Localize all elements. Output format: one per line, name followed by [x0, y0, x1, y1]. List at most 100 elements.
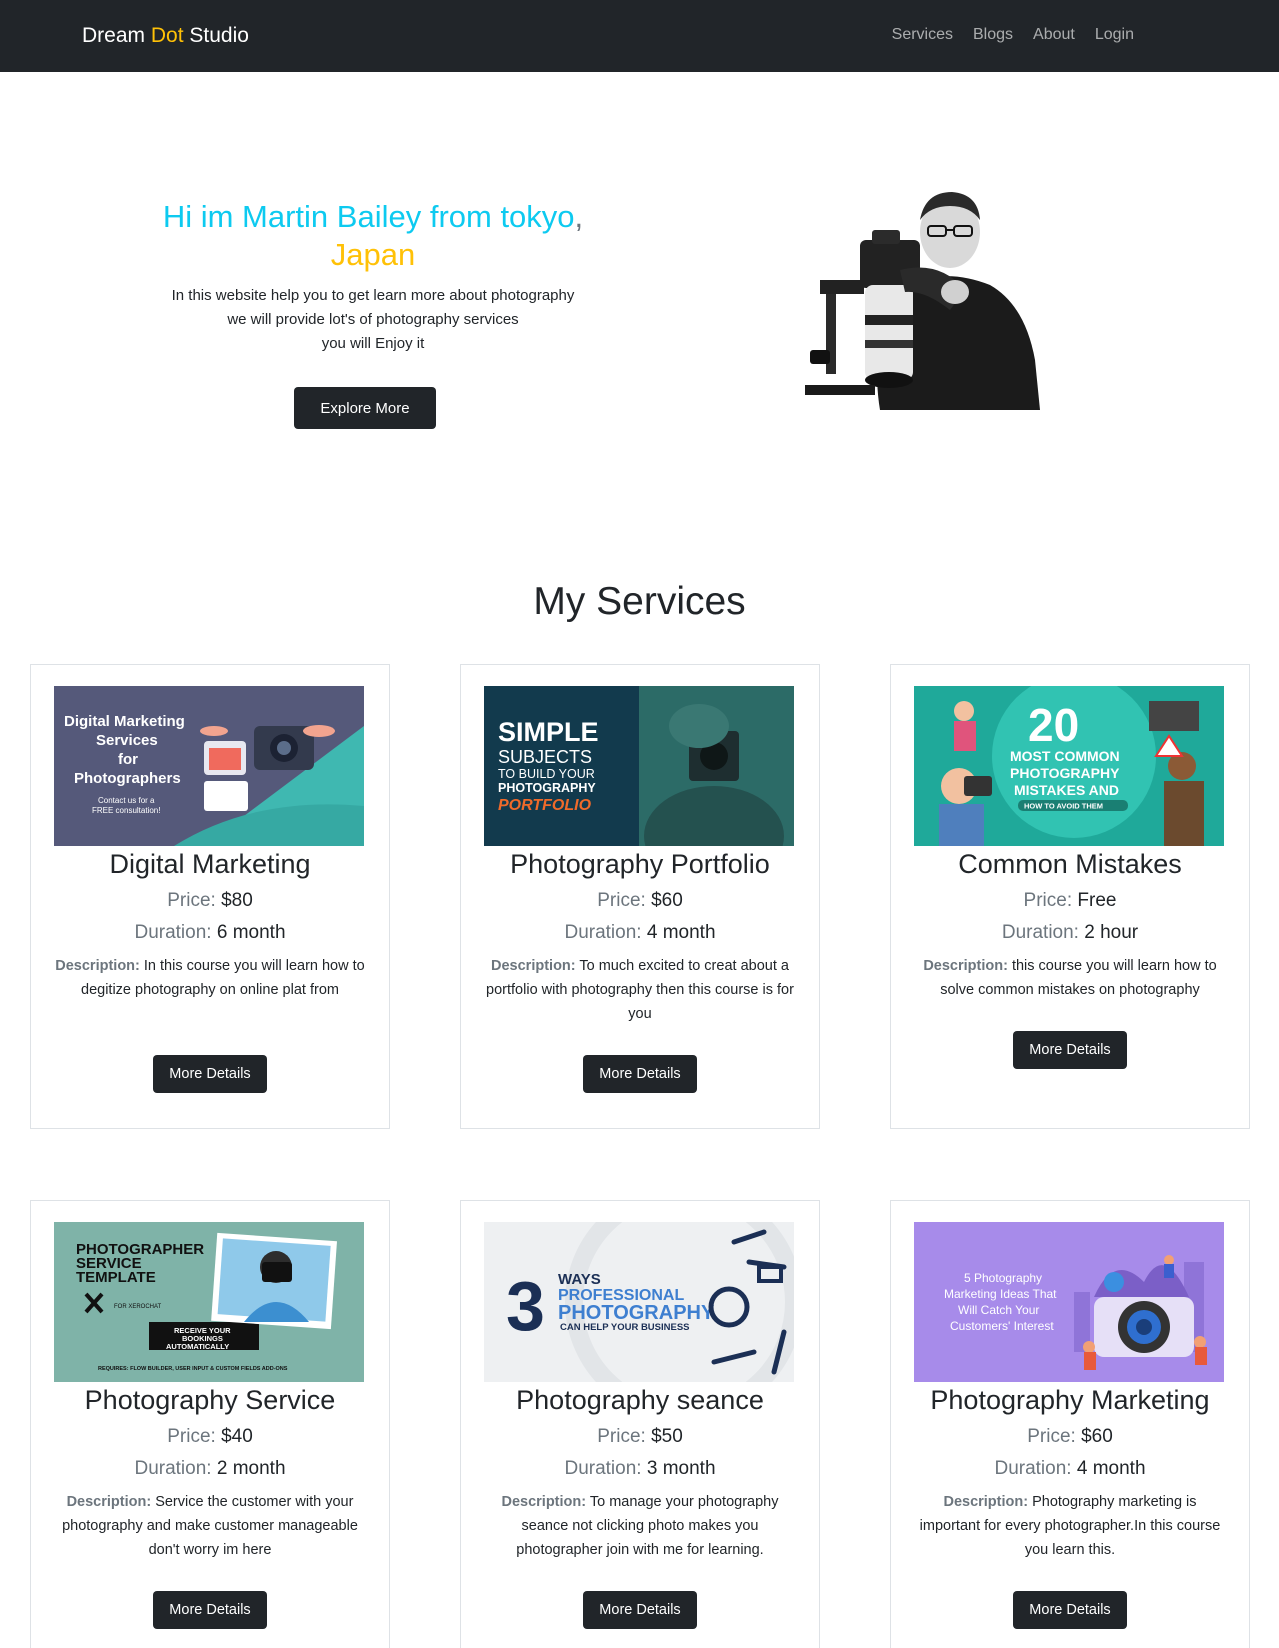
- duration-value: 2 month: [216, 1458, 286, 1479]
- hero-title-main: Hi im Martin Bailey from tokyo: [162, 199, 575, 234]
- service-title: Digital Marketing: [109, 849, 311, 879]
- img-text-2: MOST COMMON: [1010, 748, 1120, 764]
- img-text-4: Photographers: [74, 770, 181, 787]
- nav-link-services[interactable]: Services: [892, 26, 953, 44]
- price-label: Price:: [1027, 1426, 1076, 1447]
- service-description: Description: this course you will learn …: [913, 954, 1227, 1002]
- photographer-photo: [800, 180, 1060, 410]
- duration-label: Duration:: [564, 1458, 642, 1479]
- service-card-photography-service: PHOTOGRAPHER SERVICE TEMPLATE FOR XEROCH…: [30, 1200, 390, 1648]
- more-details-button[interactable]: More Details: [583, 1591, 697, 1629]
- service-image-photography-seance: 3 WAYS PROFESSIONAL PHOTOGRAPHY CAN HELP…: [484, 1222, 794, 1382]
- img-text-8: REQUIRES: FLOW BUILDER, USER INPUT & CUS…: [98, 1366, 288, 1372]
- price-value: $50: [651, 1426, 683, 1447]
- service-title: Photography Portfolio: [510, 849, 770, 879]
- img-text-2: Marketing Ideas That: [944, 1287, 1057, 1301]
- service-card-photography-seance: 3 WAYS PROFESSIONAL PHOTOGRAPHY CAN HELP…: [460, 1200, 820, 1648]
- nav-link-login[interactable]: Login: [1095, 26, 1134, 44]
- explore-more-button[interactable]: Explore More: [294, 387, 436, 429]
- service-price: Price: $40: [31, 1426, 389, 1448]
- service-price: Price: $50: [461, 1426, 819, 1448]
- more-details-button[interactable]: More Details: [153, 1591, 267, 1629]
- service-title: Photography seance: [516, 1385, 764, 1415]
- service-description: Description: In this course you will lea…: [53, 954, 367, 1002]
- service-description: Description: To manage your photography …: [483, 1490, 797, 1562]
- nav-links: Services Blogs About Login: [892, 26, 1134, 44]
- hero-line-2: we will provide lot's of photography ser…: [227, 311, 519, 328]
- img-text-3: TEMPLATE: [76, 1269, 156, 1286]
- service-duration: Duration: 3 month: [461, 1458, 819, 1480]
- duration-label: Duration:: [564, 922, 642, 943]
- price-value: Free: [1077, 890, 1117, 911]
- service-description: Description: Service the customer with y…: [53, 1490, 367, 1562]
- brand-logo[interactable]: Dream Dot Studio: [82, 24, 249, 48]
- description-label: Description:: [491, 958, 576, 974]
- more-details-button[interactable]: More Details: [153, 1055, 267, 1093]
- img-text-5: Contact us for a: [98, 796, 155, 805]
- service-card-common-mistakes: 20 MOST COMMON PHOTOGRAPHY MISTAKES AND …: [890, 664, 1250, 1129]
- more-details-button[interactable]: More Details: [583, 1055, 697, 1093]
- img-text-1: 20: [1028, 699, 1079, 751]
- service-duration: Duration: 6 month: [31, 922, 389, 944]
- services-title: My Services: [533, 580, 746, 623]
- img-text-4: FOR XEROCHAT: [114, 1304, 162, 1310]
- service-price: Price: Free: [891, 890, 1249, 912]
- img-text-1: 3: [506, 1267, 545, 1345]
- description-label: Description:: [66, 1494, 152, 1510]
- hero-line-3: you will Enjoy it: [321, 335, 425, 352]
- duration-label: Duration:: [1001, 922, 1079, 943]
- service-image-common-mistakes: 20 MOST COMMON PHOTOGRAPHY MISTAKES AND …: [914, 686, 1224, 846]
- service-title: Photography Service: [84, 1385, 336, 1415]
- img-text-3: for: [118, 751, 138, 768]
- img-text-1: 5 Photography: [964, 1271, 1042, 1285]
- service-image-photography-portfolio: SIMPLE SUBJECTS TO BUILD YOUR PHOTOGRAPH…: [484, 686, 794, 846]
- price-label: Price:: [1023, 890, 1073, 911]
- service-image-digital-marketing: Digital Marketing Services for Photograp…: [54, 686, 364, 846]
- more-details-button[interactable]: More Details: [1013, 1591, 1127, 1629]
- img-text-6: FREE consultation!: [92, 806, 160, 815]
- brand-part-1: Dream: [82, 24, 151, 47]
- hero-description: In this website help you to get learn mo…: [130, 284, 616, 356]
- service-card-photography-portfolio: SIMPLE SUBJECTS TO BUILD YOUR PHOTOGRAPH…: [460, 664, 820, 1129]
- img-text-5: CAN HELP YOUR BUSINESS: [560, 1322, 690, 1333]
- img-text-2: SUBJECTS: [498, 747, 592, 767]
- service-description: Description: To much excited to creat ab…: [483, 954, 797, 1026]
- service-card-digital-marketing: Digital Marketing Services for Photograp…: [30, 664, 390, 1129]
- hero-title-separator: ,: [574, 199, 584, 234]
- duration-value: 4 month: [1076, 1458, 1146, 1479]
- service-duration: Duration: 4 month: [891, 1458, 1249, 1480]
- duration-label: Duration:: [134, 922, 212, 943]
- service-duration: Duration: 2 month: [31, 1458, 389, 1480]
- description-label: Description:: [501, 1494, 587, 1510]
- nav-link-blogs[interactable]: Blogs: [973, 26, 1013, 44]
- img-text-4: MISTAKES AND: [1014, 782, 1119, 798]
- service-card-photography-marketing: 5 Photography Marketing Ideas That Will …: [890, 1200, 1250, 1648]
- duration-value: 2 hour: [1084, 922, 1139, 943]
- hero-title: Hi im Martin Bailey from tokyo, Japan: [130, 198, 616, 274]
- img-text-5: HOW TO AVOID THEM: [1024, 802, 1103, 811]
- price-label: Price:: [167, 1426, 216, 1447]
- img-text-3: PHOTOGRAPHY: [1010, 765, 1120, 781]
- service-duration: Duration: 2 hour: [891, 922, 1249, 944]
- service-image-photography-marketing: 5 Photography Marketing Ideas That Will …: [914, 1222, 1224, 1382]
- service-price: Price: $60: [461, 890, 819, 912]
- navbar: Dream Dot Studio Services Blogs About Lo…: [0, 0, 1279, 72]
- price-label: Price:: [597, 1426, 646, 1447]
- more-details-button[interactable]: More Details: [1013, 1031, 1127, 1069]
- img-text-2: WAYS: [558, 1271, 601, 1288]
- brand-part-2: Dot: [150, 24, 184, 47]
- nav-link-about[interactable]: About: [1033, 26, 1075, 44]
- img-text-3: Will Catch Your: [958, 1303, 1039, 1317]
- duration-value: 3 month: [646, 1458, 716, 1479]
- price-label: Price:: [597, 890, 646, 911]
- hero-title-country: Japan: [330, 237, 416, 272]
- service-price: Price: $80: [31, 890, 389, 912]
- service-description: Description: Photography marketing is im…: [913, 1490, 1227, 1562]
- duration-value: 4 month: [646, 922, 716, 943]
- img-text-3: TO BUILD YOUR: [498, 767, 595, 781]
- img-text-4: PHOTOGRAPHY: [498, 781, 596, 795]
- img-text-1: Digital Marketing: [64, 713, 185, 730]
- price-value: $60: [651, 890, 683, 911]
- duration-value: 6 month: [216, 922, 286, 943]
- img-text-4: PHOTOGRAPHY: [558, 1302, 715, 1324]
